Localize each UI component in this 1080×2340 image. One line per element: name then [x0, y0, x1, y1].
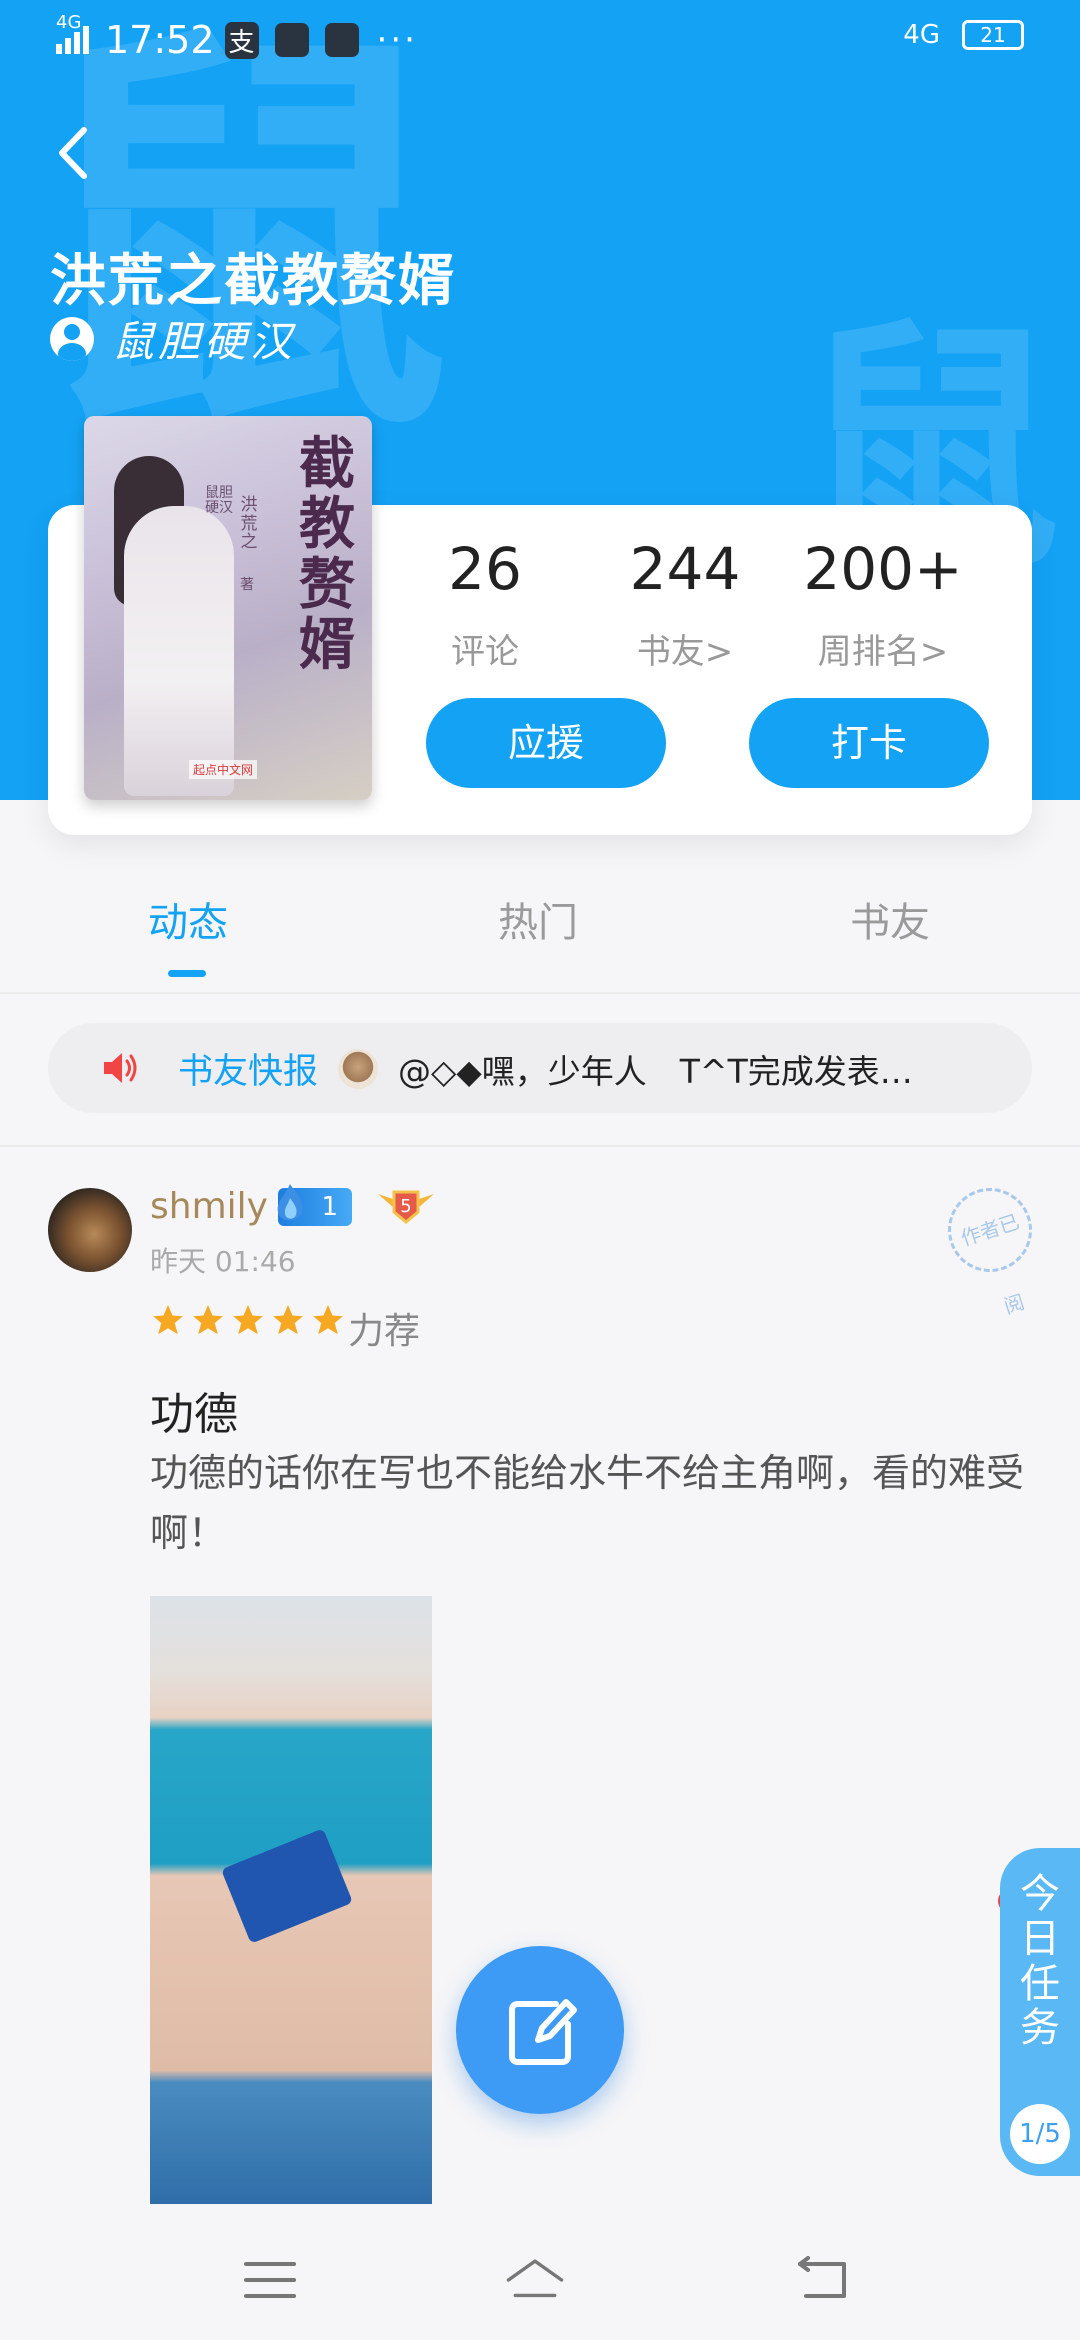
author-read-stamp: 作者已阅 — [937, 1177, 1043, 1319]
news-ticker[interactable]: 书友快报 @◇◆嘿，少年人 T^T完成发表… — [48, 1023, 1032, 1113]
notification-icon — [274, 23, 309, 57]
back-nav-icon[interactable] — [794, 2250, 854, 2310]
stat-label: 书友> — [636, 632, 734, 672]
star-icon — [193, 1305, 223, 1335]
checkin-button[interactable]: 打卡 — [749, 698, 989, 788]
cover-title: 截教赘婿 — [299, 431, 355, 679]
stat-value: 200+ — [803, 535, 963, 603]
post-body[interactable]: 功德的话你在写也不能给水牛不给主角啊，看的难受啊！ — [150, 1444, 1040, 1563]
stat-value: 26 — [448, 535, 522, 603]
divider — [0, 992, 1080, 994]
tab-friends[interactable]: 书友 — [850, 890, 930, 948]
fans-level-badge-icon: 5 — [378, 1190, 434, 1224]
menu-icon[interactable] — [240, 2250, 300, 2310]
ticker-label: 书友快报 — [178, 1052, 319, 1092]
star-icon — [273, 1305, 303, 1335]
ticker-text: @◇◆嘿，少年人 T^T完成发表… — [398, 1052, 913, 1091]
daily-task-progress: 1/5 — [1010, 2104, 1070, 2164]
author-avatar-icon — [50, 316, 94, 361]
support-button[interactable]: 应援 — [426, 698, 666, 788]
stat-fans[interactable]: 244 书友> — [585, 540, 785, 673]
stat-comments[interactable]: 26 评论 — [385, 540, 585, 673]
post-time: 昨天 01:46 — [150, 1245, 296, 1278]
publisher-logo: 起点中文网 — [189, 760, 258, 779]
tab-updates[interactable]: 动态 — [148, 890, 228, 948]
network-label: 4G — [56, 12, 82, 33]
ticker-avatar — [338, 1049, 378, 1089]
edit-icon — [509, 1999, 577, 2065]
tab-hot[interactable]: 热门 — [498, 890, 578, 948]
more-notifications-icon: ··· — [376, 20, 418, 60]
stat-weekly-rank[interactable]: 200+ 周排名> — [783, 540, 983, 673]
active-tab-indicator — [168, 970, 206, 977]
star-icon — [153, 1305, 183, 1335]
book-cover[interactable]: 洪荒之 截教赘婿 鼠胆硬汉 著 起点中文网 — [84, 416, 372, 800]
author-row[interactable]: 鼠胆硬汉 — [50, 308, 296, 369]
author-name[interactable]: 鼠胆硬汉 — [112, 308, 296, 369]
system-nav-bar — [0, 2220, 1080, 2340]
rating-text: 力荐 — [348, 1311, 421, 1352]
back-arrow-icon[interactable] — [50, 118, 100, 188]
cover-figure — [124, 506, 234, 796]
star-icon — [233, 1305, 263, 1335]
post-username[interactable]: shmily — [150, 1186, 268, 1227]
stat-label: 评论 — [451, 632, 519, 672]
network-type: 4G — [903, 20, 940, 50]
post-image[interactable] — [150, 1596, 432, 2204]
daily-task-label: 今日任务 — [1020, 1871, 1060, 2052]
notification-icon-2 — [324, 23, 359, 57]
flame-icon — [277, 1184, 303, 1221]
rating-stars — [150, 1302, 346, 1338]
cover-author-suffix: 著 — [240, 577, 254, 593]
battery-icon: 21 — [962, 20, 1024, 50]
status-time: 17:52 — [105, 18, 215, 62]
speaker-icon — [104, 1053, 137, 1083]
home-icon[interactable] — [505, 2250, 565, 2310]
stat-value: 244 — [629, 535, 741, 603]
fans-level: 5 — [400, 1196, 411, 1217]
post-title[interactable]: 功德 — [150, 1378, 238, 1442]
divider — [0, 1145, 1080, 1147]
user-level: 1 — [321, 1192, 338, 1222]
tab-bar: 动态 热门 书友 — [0, 890, 1080, 990]
user-avatar[interactable] — [48, 1188, 132, 1272]
star-icon — [313, 1305, 343, 1335]
book-title: 洪荒之截教赘婿 — [50, 249, 456, 314]
daily-task-tab[interactable]: 今日任务 1/5 — [1000, 1848, 1080, 2176]
write-post-button[interactable] — [456, 1946, 624, 2114]
cover-author: 鼠胆硬汉 — [205, 485, 233, 517]
user-level-badge: 1 — [277, 1184, 352, 1226]
status-bar: 4G 17:52 支 ··· 4G 21 — [0, 0, 1080, 84]
stat-label: 周排名> — [817, 632, 949, 672]
alipay-icon: 支 — [224, 21, 259, 59]
cover-prefix: 洪荒之 — [240, 495, 258, 553]
photo-detail — [221, 1828, 353, 1944]
